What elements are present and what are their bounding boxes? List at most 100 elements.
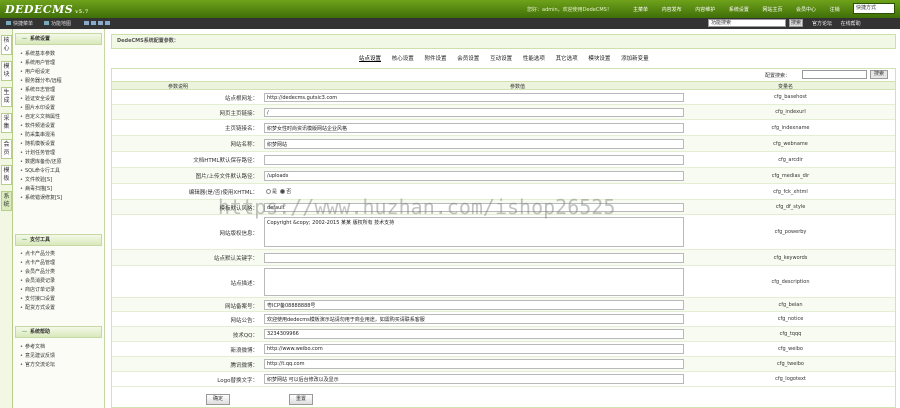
nav-publish[interactable]: 内容发布	[662, 7, 682, 13]
vtab-generate[interactable]: 生成	[1, 87, 12, 107]
row-input[interactable]	[264, 253, 684, 263]
row-input[interactable]: 3234309966	[264, 329, 684, 339]
nav-main-menu[interactable]: 主菜单	[633, 7, 648, 13]
function-search-input[interactable]: 功能搜索	[708, 19, 786, 27]
sidebar-item[interactable]: • 参考文档	[20, 343, 45, 350]
row-textarea[interactable]	[264, 268, 684, 296]
tab-member[interactable]: 会员设置	[457, 56, 479, 62]
sidebar-item[interactable]: • 系统用户管理	[20, 59, 55, 66]
sidebar-item[interactable]: • 会员消费记录	[20, 277, 55, 284]
radio-yes[interactable]: 是	[266, 189, 277, 195]
row-var: cfg_powerby	[774, 229, 807, 235]
nav-member[interactable]: 会员中心	[796, 7, 816, 13]
tab-add-variable[interactable]: 添加新变量	[621, 56, 649, 62]
sidebar-item[interactable]: • 点卡产品管理	[20, 259, 55, 266]
sidebar-item[interactable]: • 验证安全设置	[20, 95, 55, 102]
sidebar-item[interactable]: • 商店订单记录	[20, 286, 55, 293]
tab-performance[interactable]: 性能选项	[523, 56, 545, 62]
sidebar-item[interactable]: • 自定义文档属性	[20, 113, 60, 120]
row-input[interactable]: default	[264, 203, 684, 212]
tab-interaction[interactable]: 互动设置	[490, 56, 512, 62]
mode-select[interactable]: 快捷方式	[853, 3, 895, 14]
sidebar-item[interactable]: • 病毒扫描[S]	[20, 185, 52, 192]
confirm-button[interactable]: 确定	[206, 394, 230, 405]
sidebar-item[interactable]: • 系统日志管理	[20, 86, 55, 93]
quick-menu-link[interactable]: 快捷菜单	[13, 20, 33, 27]
row-input[interactable]: /uploads	[264, 171, 684, 181]
radio-no[interactable]: 否	[280, 189, 291, 195]
forum-link[interactable]: 官方论坛	[812, 21, 832, 27]
sidebar-item[interactable]: • 数据库备份/还原	[20, 158, 62, 165]
vtab-system[interactable]: 系统	[1, 191, 12, 211]
config-search-input[interactable]	[802, 70, 867, 79]
sidebar-item[interactable]: • 随机模板设置	[20, 140, 55, 147]
table-row: 站点根网址： http://dedecms.gutsic3.com cfg_ba…	[112, 90, 895, 105]
config-search-button[interactable]: 搜索	[870, 70, 888, 79]
sidebar-item[interactable]: • 官方交流论坛	[20, 361, 55, 368]
row-textarea[interactable]: Copyright &copy; 2002-2015 某某 版权所有 技术支持	[264, 217, 684, 247]
tab-modules[interactable]: 模块设置	[588, 56, 610, 62]
theme-icon-3[interactable]	[98, 21, 103, 25]
sidebar-item[interactable]: • 配货方式设置	[20, 304, 55, 311]
sidebar-item[interactable]: • 系统错误修复[S]	[20, 194, 62, 201]
sidebar-item[interactable]: • 会员产品分类	[20, 268, 55, 275]
function-map-link[interactable]: 功能地图	[51, 20, 71, 27]
sidebar-item[interactable]: • 用户组设定	[20, 68, 50, 75]
table-row: 网站公告： 欢迎使用dedecms模板演示站请勿用于商业用途，如需购买请联系客服…	[112, 312, 895, 327]
sidebar-item[interactable]: • 服务器分布/远程	[20, 77, 62, 84]
sidebar-item[interactable]: • 点卡产品分类	[20, 250, 55, 257]
sidebar-item[interactable]: • 系统基本参数	[20, 50, 55, 57]
section-title-payment[interactable]: — 支付工具	[15, 234, 102, 246]
nav-maintain[interactable]: 内容维护	[695, 7, 715, 13]
table-row: 网站备案号： 粤ICP备08888888号 cfg_beian	[112, 298, 895, 312]
theme-icon-1[interactable]	[84, 21, 89, 25]
help-link[interactable]: 在线帮助	[841, 21, 861, 27]
sidebar-item[interactable]: • 软件频道设置	[20, 122, 55, 129]
theme-icon-2[interactable]	[91, 21, 96, 25]
row-input[interactable]: 织梦女性时尚资讯模版网站企业风格	[264, 123, 684, 133]
sidebar-item[interactable]: • 防采集串混淆	[20, 131, 55, 138]
sidebar-item[interactable]: • 图片水印设置	[20, 104, 55, 111]
nav-homepage[interactable]: 网站主页	[762, 7, 782, 13]
table-row: 站点描述： cfg_description	[112, 266, 895, 298]
sidebar-item[interactable]: • 计划任务管理	[20, 149, 55, 156]
vtab-module[interactable]: 模块	[1, 61, 12, 81]
row-input[interactable]: 织梦网站	[264, 139, 684, 149]
tab-attachment[interactable]: 附件设置	[425, 56, 447, 62]
sidebar-item[interactable]: • 文件校验[S]	[20, 176, 52, 183]
tab-core[interactable]: 核心设置	[392, 56, 414, 62]
theme-icon-4[interactable]	[105, 21, 110, 25]
vtab-template[interactable]: 模板	[1, 165, 12, 185]
nav-logout[interactable]: 注销	[830, 7, 840, 13]
row-var: cfg_indexname	[771, 125, 810, 131]
tab-other[interactable]: 其它选项	[556, 56, 578, 62]
tab-site[interactable]: 站点设置	[359, 56, 381, 62]
sidebar-item[interactable]: • SQL命令行工具	[20, 167, 60, 174]
row-input[interactable]: 织梦网站 可以后台修改以及显示	[264, 374, 684, 384]
row-input[interactable]: 粤ICP备08888888号	[264, 300, 684, 310]
section-title-help[interactable]: — 系统帮助	[15, 326, 102, 338]
sidebar-item[interactable]: • 意见建议反馈	[20, 352, 55, 359]
row-input[interactable]: http://dedecms.gutsic3.com	[264, 93, 684, 102]
reset-button[interactable]: 重置	[289, 394, 313, 405]
nav-system[interactable]: 系统设置	[729, 7, 749, 13]
vtab-collect[interactable]: 采集	[1, 113, 12, 133]
config-search-label: 配置搜索：	[765, 73, 791, 79]
function-search-button[interactable]: 搜索	[789, 19, 803, 27]
vtab-core[interactable]: 核心	[1, 35, 12, 55]
section-title-system[interactable]: — 系统设置	[15, 33, 102, 45]
row-label: 站点描述：	[230, 281, 258, 287]
row-input[interactable]: http://t.qq.com	[264, 359, 684, 369]
row-input[interactable]: /	[264, 108, 684, 117]
row-input[interactable]: http://www.weibo.com	[264, 344, 684, 354]
row-label: 技术QQ：	[232, 333, 258, 339]
row-label: 编辑器(是/否)使用XHTML：	[188, 190, 258, 196]
row-input[interactable]	[264, 155, 684, 165]
row-var: cfg_df_style	[775, 204, 806, 210]
row-var: cfg_basehost	[774, 94, 807, 100]
sidebar-item[interactable]: • 支付接口设置	[20, 295, 55, 302]
sidebar: — 系统设置 • 系统基本参数 • 系统用户管理 • 用户组设定 • 服务器分布/远程 •…	[13, 29, 105, 408]
row-label: 新浪微博：	[230, 348, 258, 354]
row-input[interactable]: 欢迎使用dedecms模板演示站请勿用于商业用途，如需购买请联系客服	[264, 314, 684, 324]
vtab-member[interactable]: 会员	[1, 139, 12, 159]
